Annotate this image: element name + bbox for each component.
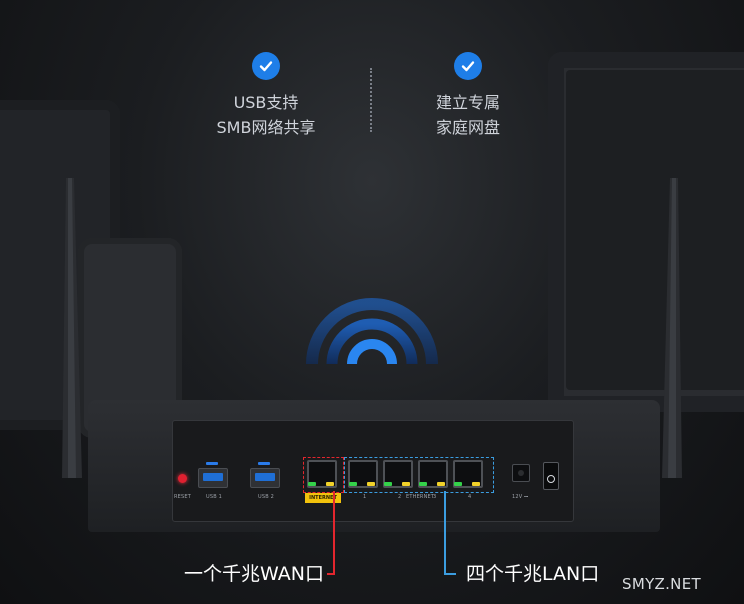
power-switch — [543, 462, 559, 490]
usb-port — [198, 468, 228, 488]
antenna-left — [62, 178, 82, 478]
port-led — [472, 482, 480, 486]
lan-number: 2 — [398, 494, 402, 500]
antenna-right — [662, 178, 682, 478]
usb-port-label: USB 2 — [258, 494, 275, 500]
lan-callout-line — [444, 491, 446, 573]
wifi-signal-icon — [306, 298, 438, 365]
feature-line: USB支持 — [233, 93, 299, 112]
port-led — [402, 482, 410, 486]
reset-button — [178, 474, 187, 483]
port-led — [308, 482, 316, 486]
feature-line: 建立专属 — [435, 93, 500, 112]
port-led — [349, 482, 357, 486]
check-icon — [454, 52, 482, 80]
usb-port-label: USB 1 — [206, 494, 223, 500]
watermark: SMYZ.NET — [622, 575, 701, 593]
reset-label: RESET — [174, 494, 192, 500]
feature-home-cloud: 建立专属 家庭网盘 — [368, 52, 568, 140]
product-image: USB支持 SMB网络共享 建立专属 家庭网盘 RESET USB 1 USB … — [0, 0, 744, 604]
wan-callout-tick — [327, 573, 335, 575]
internet-label: INTERNET — [305, 493, 341, 503]
port-led — [367, 482, 375, 486]
port-led — [437, 482, 445, 486]
feature-line: 家庭网盘 — [435, 118, 500, 137]
port-led — [384, 482, 392, 486]
lan-number: 1 — [363, 494, 367, 500]
port-led — [454, 482, 462, 486]
check-icon — [252, 52, 280, 80]
usb-led — [206, 462, 218, 465]
lan-callout-tick — [444, 573, 456, 575]
background-monitor-screen — [566, 70, 744, 390]
ethernet-label: ETHERNET — [406, 494, 435, 500]
feature-line: SMB网络共享 — [216, 118, 316, 137]
usb-port — [250, 468, 280, 488]
port-led — [419, 482, 427, 486]
usb-led — [258, 462, 270, 465]
wan-callout-line — [333, 491, 335, 573]
feature-usb-smb: USB支持 SMB网络共享 — [166, 52, 366, 140]
wan-callout-label: 一个千兆WAN口 — [184, 563, 324, 585]
power-label: 12V ⎓ — [512, 494, 529, 500]
lan-number: 3 — [433, 494, 437, 500]
power-jack — [512, 464, 530, 482]
port-led — [326, 482, 334, 486]
lan-callout-label: 四个千兆LAN口 — [466, 563, 600, 585]
lan-number: 4 — [468, 494, 472, 500]
